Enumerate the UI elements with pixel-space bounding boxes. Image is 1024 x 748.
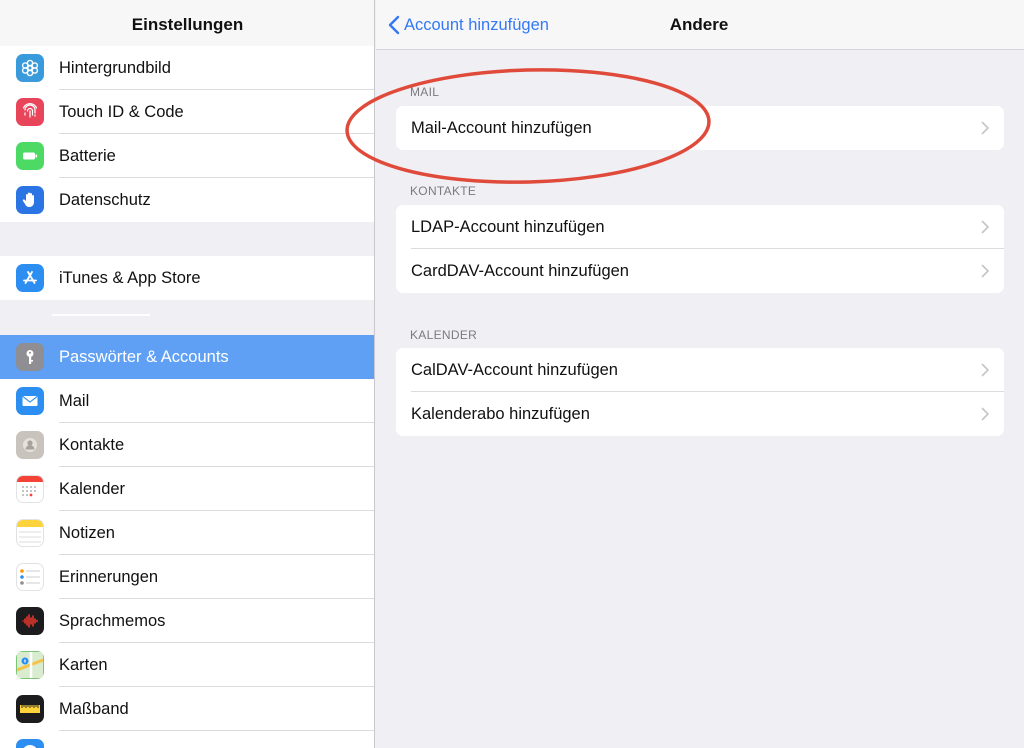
voice-memos-icon bbox=[16, 607, 44, 635]
chevron-right-icon bbox=[981, 363, 990, 377]
page-title: Andere bbox=[669, 15, 729, 34]
chevron-right-icon bbox=[981, 220, 990, 234]
maps-icon bbox=[16, 651, 44, 679]
back-button-label: Account hinzufügen bbox=[404, 15, 549, 34]
sidebar-item-label: Karten bbox=[59, 656, 108, 674]
battery-icon bbox=[16, 142, 44, 170]
sidebar-group-general: Hintergrundbild Touch ID & Code Batterie… bbox=[0, 46, 374, 222]
sidebar-item-datenschutz[interactable]: Datenschutz bbox=[0, 178, 374, 222]
mail-icon bbox=[16, 387, 44, 415]
chevron-left-icon bbox=[388, 15, 400, 35]
sidebar-item-label: Sprachmemos bbox=[59, 612, 166, 630]
notes-icon bbox=[16, 519, 44, 547]
row-label: CardDAV-Account hinzufügen bbox=[411, 262, 629, 280]
chevron-right-icon bbox=[981, 264, 990, 278]
row-label: Mail-Account hinzufügen bbox=[411, 119, 592, 137]
section-card-kalender: CalDAV-Account hinzufügen Kalenderabo hi… bbox=[396, 348, 1004, 436]
sidebar-item-label: Maßband bbox=[59, 700, 129, 718]
section-header-mail: MAIL bbox=[410, 85, 440, 99]
sidebar-title: Einstellungen bbox=[0, 0, 374, 50]
section-card-kontakte: LDAP-Account hinzufügen CardDAV-Account … bbox=[396, 205, 1004, 293]
section-card-mail: Mail-Account hinzufügen bbox=[396, 106, 1004, 150]
fingerprint-icon bbox=[16, 98, 44, 126]
row-label: Kalenderabo hinzufügen bbox=[411, 405, 590, 423]
sidebar-group-apps: Passwörter & Accounts Mail Kontakte Kale… bbox=[0, 335, 374, 748]
sidebar-item-label: Mail bbox=[59, 392, 90, 410]
sidebar-item-touch-id[interactable]: Touch ID & Code bbox=[0, 90, 374, 134]
key-icon bbox=[16, 343, 44, 371]
sidebar-item-label: Touch ID & Code bbox=[59, 103, 184, 121]
add-caldav-account-row[interactable]: CalDAV-Account hinzufügen bbox=[396, 348, 1004, 392]
sidebar-item-erinnerungen[interactable]: Erinnerungen bbox=[0, 555, 374, 599]
sidebar-item-hintergrundbild[interactable]: Hintergrundbild bbox=[0, 46, 374, 90]
sidebar-item-label: Hintergrundbild bbox=[59, 59, 171, 77]
add-mail-account-row[interactable]: Mail-Account hinzufügen bbox=[396, 106, 1004, 150]
sidebar-item-label: Batterie bbox=[59, 147, 116, 165]
sidebar-item-mail[interactable]: Mail bbox=[0, 379, 374, 423]
sidebar-group-store: iTunes & App Store bbox=[0, 256, 374, 300]
sidebar-item-label: Datenschutz bbox=[59, 191, 151, 209]
sidebar-item-label: Kontakte bbox=[59, 436, 125, 454]
row-label: LDAP-Account hinzufügen bbox=[411, 218, 605, 236]
sidebar-item-label: Passwörter & Accounts bbox=[59, 348, 229, 366]
back-button[interactable]: Account hinzufügen bbox=[388, 13, 549, 37]
contacts-icon bbox=[16, 431, 44, 459]
detail-pane: Account hinzufügen Andere MAIL Mail-Acco… bbox=[376, 0, 1024, 748]
hand-icon bbox=[16, 186, 44, 214]
sidebar-item-kalender[interactable]: Kalender bbox=[0, 467, 374, 511]
section-header-kalender: KALENDER bbox=[410, 328, 478, 342]
add-ldap-account-row[interactable]: LDAP-Account hinzufügen bbox=[396, 205, 1004, 249]
section-header-kontakte: KONTAKTE bbox=[410, 184, 477, 198]
divider bbox=[52, 314, 150, 316]
sidebar-item-next[interactable] bbox=[0, 731, 374, 748]
row-label: CalDAV-Account hinzufügen bbox=[411, 361, 618, 379]
chevron-right-icon bbox=[981, 121, 990, 135]
detail-nav-bar: Account hinzufügen Andere bbox=[376, 0, 1024, 50]
sidebar-item-notizen[interactable]: Notizen bbox=[0, 511, 374, 555]
wallpaper-flower-icon bbox=[16, 54, 44, 82]
sidebar-item-label: Notizen bbox=[59, 524, 115, 542]
sidebar-item-karten[interactable]: Karten bbox=[0, 643, 374, 687]
sidebar-item-batterie[interactable]: Batterie bbox=[0, 134, 374, 178]
sidebar-item-sprachmemos[interactable]: Sprachmemos bbox=[0, 599, 374, 643]
sidebar-item-itunes-app-store[interactable]: iTunes & App Store bbox=[0, 256, 374, 300]
chevron-right-icon bbox=[981, 407, 990, 421]
app-store-icon bbox=[16, 264, 44, 292]
sidebar-item-label: iTunes & App Store bbox=[59, 269, 201, 287]
sidebar-item-massband[interactable]: Maßband bbox=[0, 687, 374, 731]
safari-icon bbox=[16, 739, 44, 748]
sidebar-item-passwoerter-accounts[interactable]: Passwörter & Accounts bbox=[0, 335, 374, 379]
sidebar-item-kontakte[interactable]: Kontakte bbox=[0, 423, 374, 467]
measure-icon bbox=[16, 695, 44, 723]
add-carddav-account-row[interactable]: CardDAV-Account hinzufügen bbox=[396, 249, 1004, 293]
sidebar-item-label: Erinnerungen bbox=[59, 568, 159, 586]
add-calendar-subscription-row[interactable]: Kalenderabo hinzufügen bbox=[396, 392, 1004, 436]
calendar-icon bbox=[16, 475, 44, 503]
sidebar-item-label: Kalender bbox=[59, 480, 126, 498]
reminders-icon bbox=[16, 563, 44, 591]
settings-sidebar: Einstellungen Hintergrundbild Touch ID &… bbox=[0, 0, 375, 748]
